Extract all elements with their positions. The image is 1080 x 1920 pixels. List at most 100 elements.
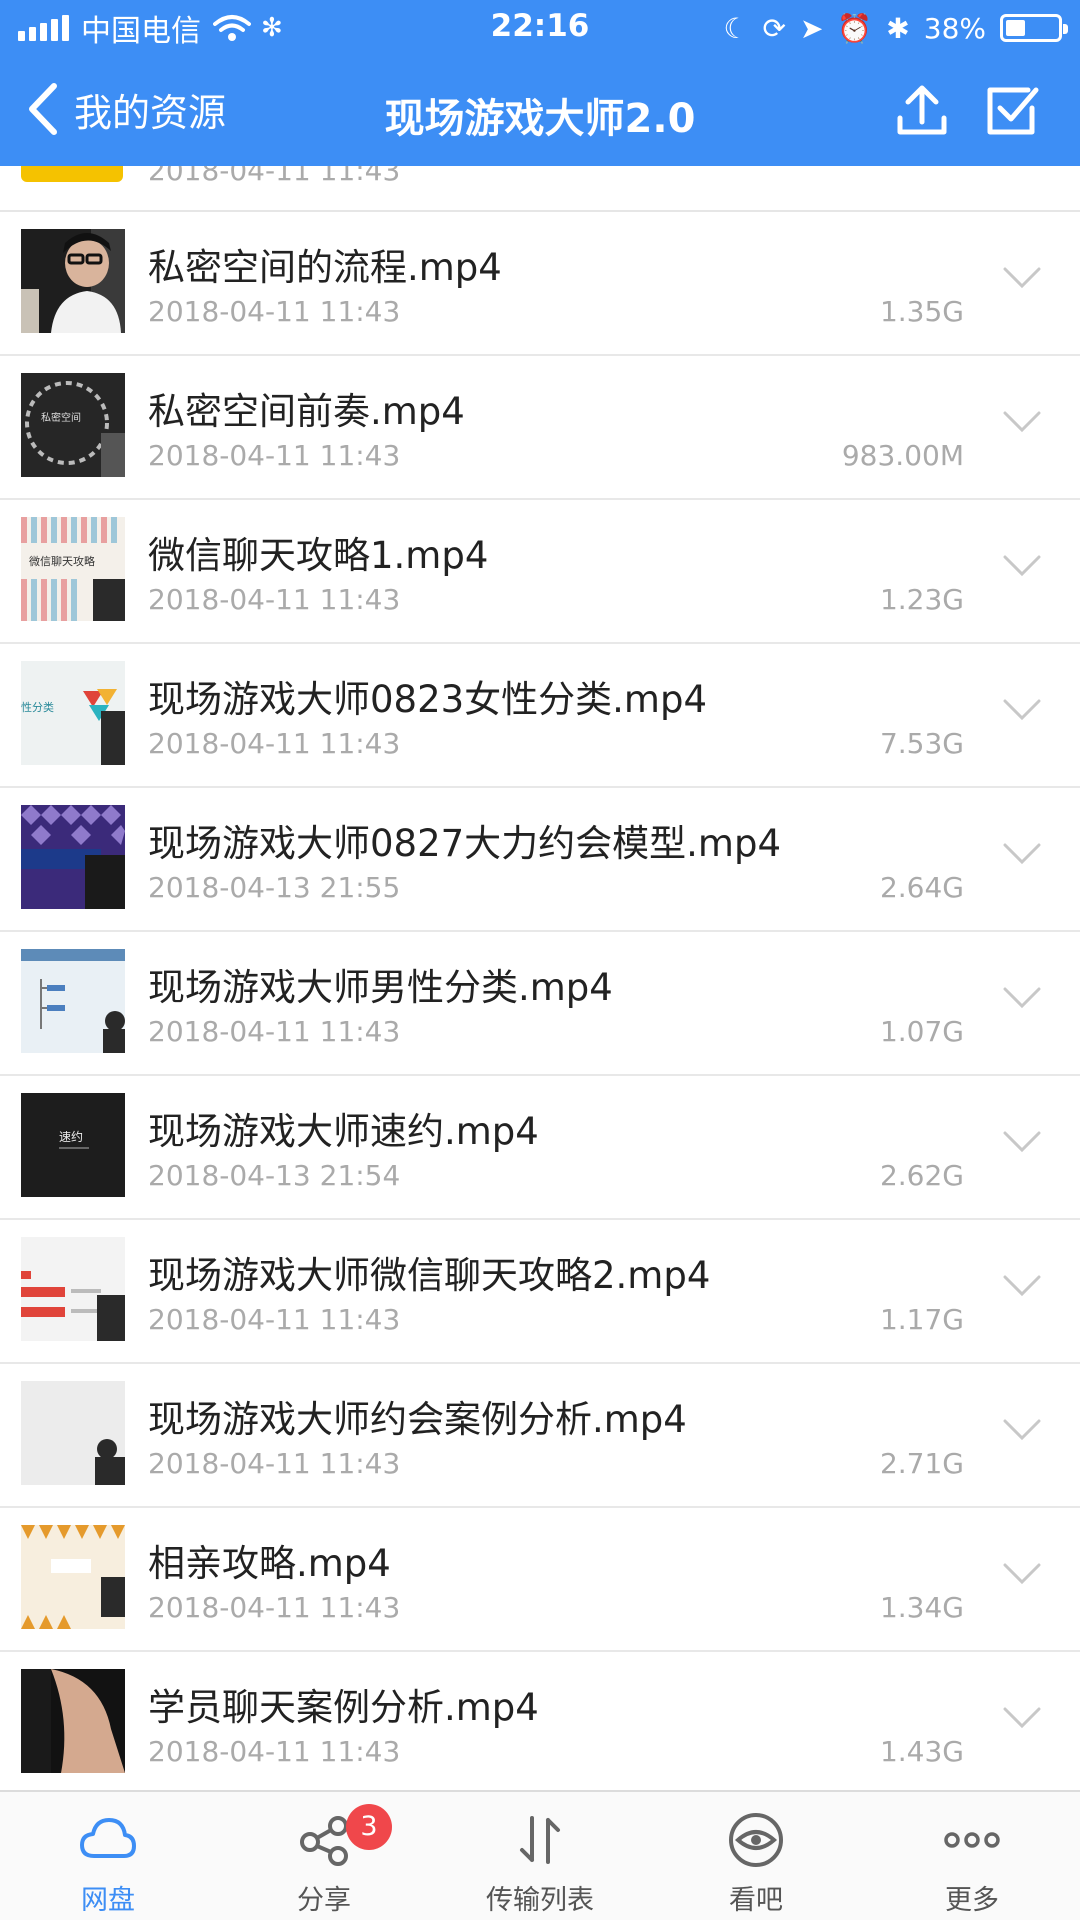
file-size: 2.71G [879,1447,964,1480]
upload-icon[interactable] [892,80,952,140]
moon-icon: ☾ [723,11,749,45]
file-size: 7.53G [879,727,964,760]
rotation-lock-icon: ⟳ [762,11,786,45]
file-date: 2018-04-11 11:43 [148,1303,401,1336]
list-item[interactable]: 现场游戏大师约会案例分析.mp4 2018-04-11 11:43 2.71G [0,1365,1080,1508]
tab-label: 看吧 [729,1885,783,1916]
list-item[interactable]: 学员聊天案例分析.mp4 2018-04-11 11:43 1.43G [0,1653,1080,1790]
list-item[interactable]: 现场游戏大师男性分类.mp4 2018-04-11 11:43 1.07G [0,933,1080,1076]
file-name: 学员聊天案例分析.mp4 [148,1686,539,1729]
file-size: 1.43G [879,1735,964,1768]
file-date: 2018-04-11 11:43 [148,1735,401,1768]
file-date: 2018-04-11 11:43 [148,1591,401,1624]
file-thumbnail [21,805,125,909]
file-thumbnail [21,1669,125,1773]
app-header: 中国电信 ✻ 22:16 ☾ ⟳ ➤ ⏰ ✱ 38% 我的资源 现场游戏大师2.… [0,0,1080,166]
chevron-down-icon[interactable] [1002,409,1042,435]
multi-select-icon[interactable] [984,82,1040,138]
battery-percent: 38% [923,11,986,45]
list-item[interactable]: 私密空间 私密空间前奏.mp4 2018-04-11 11:43 983.00M [0,357,1080,500]
file-name: 私密空间前奏.mp4 [148,390,465,433]
list-item[interactable]: 现场游戏大师微信聊天攻略2.mp4 2018-04-11 11:43 1.17G [0,1221,1080,1364]
file-thumbnail [21,1237,125,1341]
list-item[interactable]: 私密空间的流程.mp4 2018-04-11 11:43 1.35G [0,213,1080,356]
svg-text:私密空间: 私密空间 [41,411,81,424]
chevron-down-icon[interactable] [1002,985,1042,1011]
file-name: 相亲攻略.mp4 [148,1542,391,1585]
battery-icon [1000,14,1068,42]
file-thumbnail [21,1381,125,1485]
file-thumbnail [21,1525,125,1629]
chevron-down-icon[interactable] [1002,1273,1042,1299]
file-name: 私密空间的流程.mp4 [148,246,502,289]
more-icon [944,1832,1000,1848]
file-thumbnail: 速约 [21,1093,125,1197]
file-thumbnail: 性分类 [21,661,125,765]
list-item[interactable]: 相亲攻略.mp4 2018-04-11 11:43 1.34G [0,1509,1080,1652]
chevron-left-icon [29,83,57,135]
status-bar: 中国电信 ✻ 22:16 ☾ ⟳ ➤ ⏰ ✱ 38% [0,0,1080,54]
file-date: 2018-04-13 21:55 [148,871,401,904]
file-date: 2018-04-11 11:43 [148,1015,401,1048]
tab-transfers[interactable]: 传输列表 [432,1792,648,1920]
chevron-down-icon[interactable] [1002,1417,1042,1443]
file-date: 2018-04-11 11:43 [148,583,401,616]
list-item[interactable]: 微信聊天攻略 微信聊天攻略1.mp4 2018-04-11 11:43 1.23… [0,501,1080,644]
file-name: 微信聊天攻略1.mp4 [148,534,489,577]
tab-label: 传输列表 [486,1885,594,1916]
tab-more[interactable]: 更多 [864,1792,1080,1920]
file-name: 现场游戏大师约会案例分析.mp4 [148,1398,687,1441]
file-size: 2.62G [879,1159,964,1192]
chevron-down-icon[interactable] [1002,1129,1042,1155]
bottom-tab-bar: 网盘 3 分享 传输列表 看吧 更多 [0,1790,1080,1920]
file-size: 2.64G [879,871,964,904]
svg-text:微信聊天攻略: 微信聊天攻略 [29,554,95,568]
tab-label: 分享 [297,1885,351,1916]
chevron-down-icon[interactable] [1002,697,1042,723]
chevron-down-icon[interactable] [1002,553,1042,579]
file-thumbnail [21,229,125,333]
svg-text:速约: 速约 [59,1129,83,1144]
file-name: 现场游戏大师速约.mp4 [148,1110,539,1153]
list-item[interactable]: 现场游戏大师0827大力约会模型.mp4 2018-04-13 21:55 2.… [0,789,1080,932]
back-button[interactable]: 我的资源 [26,74,226,144]
chevron-down-icon[interactable] [1002,1561,1042,1587]
file-thumbnail [21,166,123,182]
tab-label: 更多 [945,1885,999,1916]
nav-bar: 我的资源 现场游戏大师2.0 [0,54,1080,166]
file-thumbnail: 私密空间 [21,373,125,477]
file-date: 2018-04-11 11:43 [148,1447,401,1480]
file-size: 983.00M [841,439,964,472]
list-item[interactable]: 性分类 现场游戏大师0823女性分类.mp4 2018-04-11 11:43 … [0,645,1080,788]
chevron-down-icon[interactable] [1002,841,1042,867]
file-size: 1.23G [879,583,964,616]
location-icon: ➤ [799,11,824,45]
tab-share[interactable]: 3 分享 [216,1792,432,1920]
file-size: 1.35G [879,295,964,328]
notification-badge: 3 [346,1804,392,1850]
cloud-icon [80,1818,136,1858]
file-thumbnail [21,949,125,1053]
list-item[interactable]: 速约 现场游戏大师速约.mp4 2018-04-13 21:54 2.62G [0,1077,1080,1220]
file-date: 2018-04-11 11:43 [148,727,401,760]
tab-label: 网盘 [81,1885,135,1916]
file-thumbnail: 微信聊天攻略 [21,517,125,621]
chevron-down-icon[interactable] [1002,1705,1042,1731]
file-date: 2018-04-11 11:43 [148,295,401,328]
file-date: 2018-04-11 11:43 [148,439,401,472]
bluetooth-icon: ✱ [886,11,910,45]
back-label: 我的资源 [74,90,227,135]
file-list[interactable]: 2018-04-11 11:43 私密空间的流程.mp4 2018-04-11 … [0,166,1080,1790]
file-date: 2018-04-11 11:43 [148,166,401,187]
share-icon [300,1816,348,1866]
file-name: 现场游戏大师0827大力约会模型.mp4 [148,822,781,865]
file-size: 1.17G [879,1303,964,1336]
file-size: 1.34G [879,1591,964,1624]
chevron-down-icon[interactable] [1002,265,1042,291]
tab-watch[interactable]: 看吧 [648,1792,864,1920]
file-name: 现场游戏大师0823女性分类.mp4 [148,678,707,721]
svg-text:性分类: 性分类 [21,700,54,714]
file-size: 1.07G [879,1015,964,1048]
tab-netdisk[interactable]: 网盘 [0,1792,216,1920]
list-item-partial[interactable]: 2018-04-11 11:43 [0,166,1080,212]
